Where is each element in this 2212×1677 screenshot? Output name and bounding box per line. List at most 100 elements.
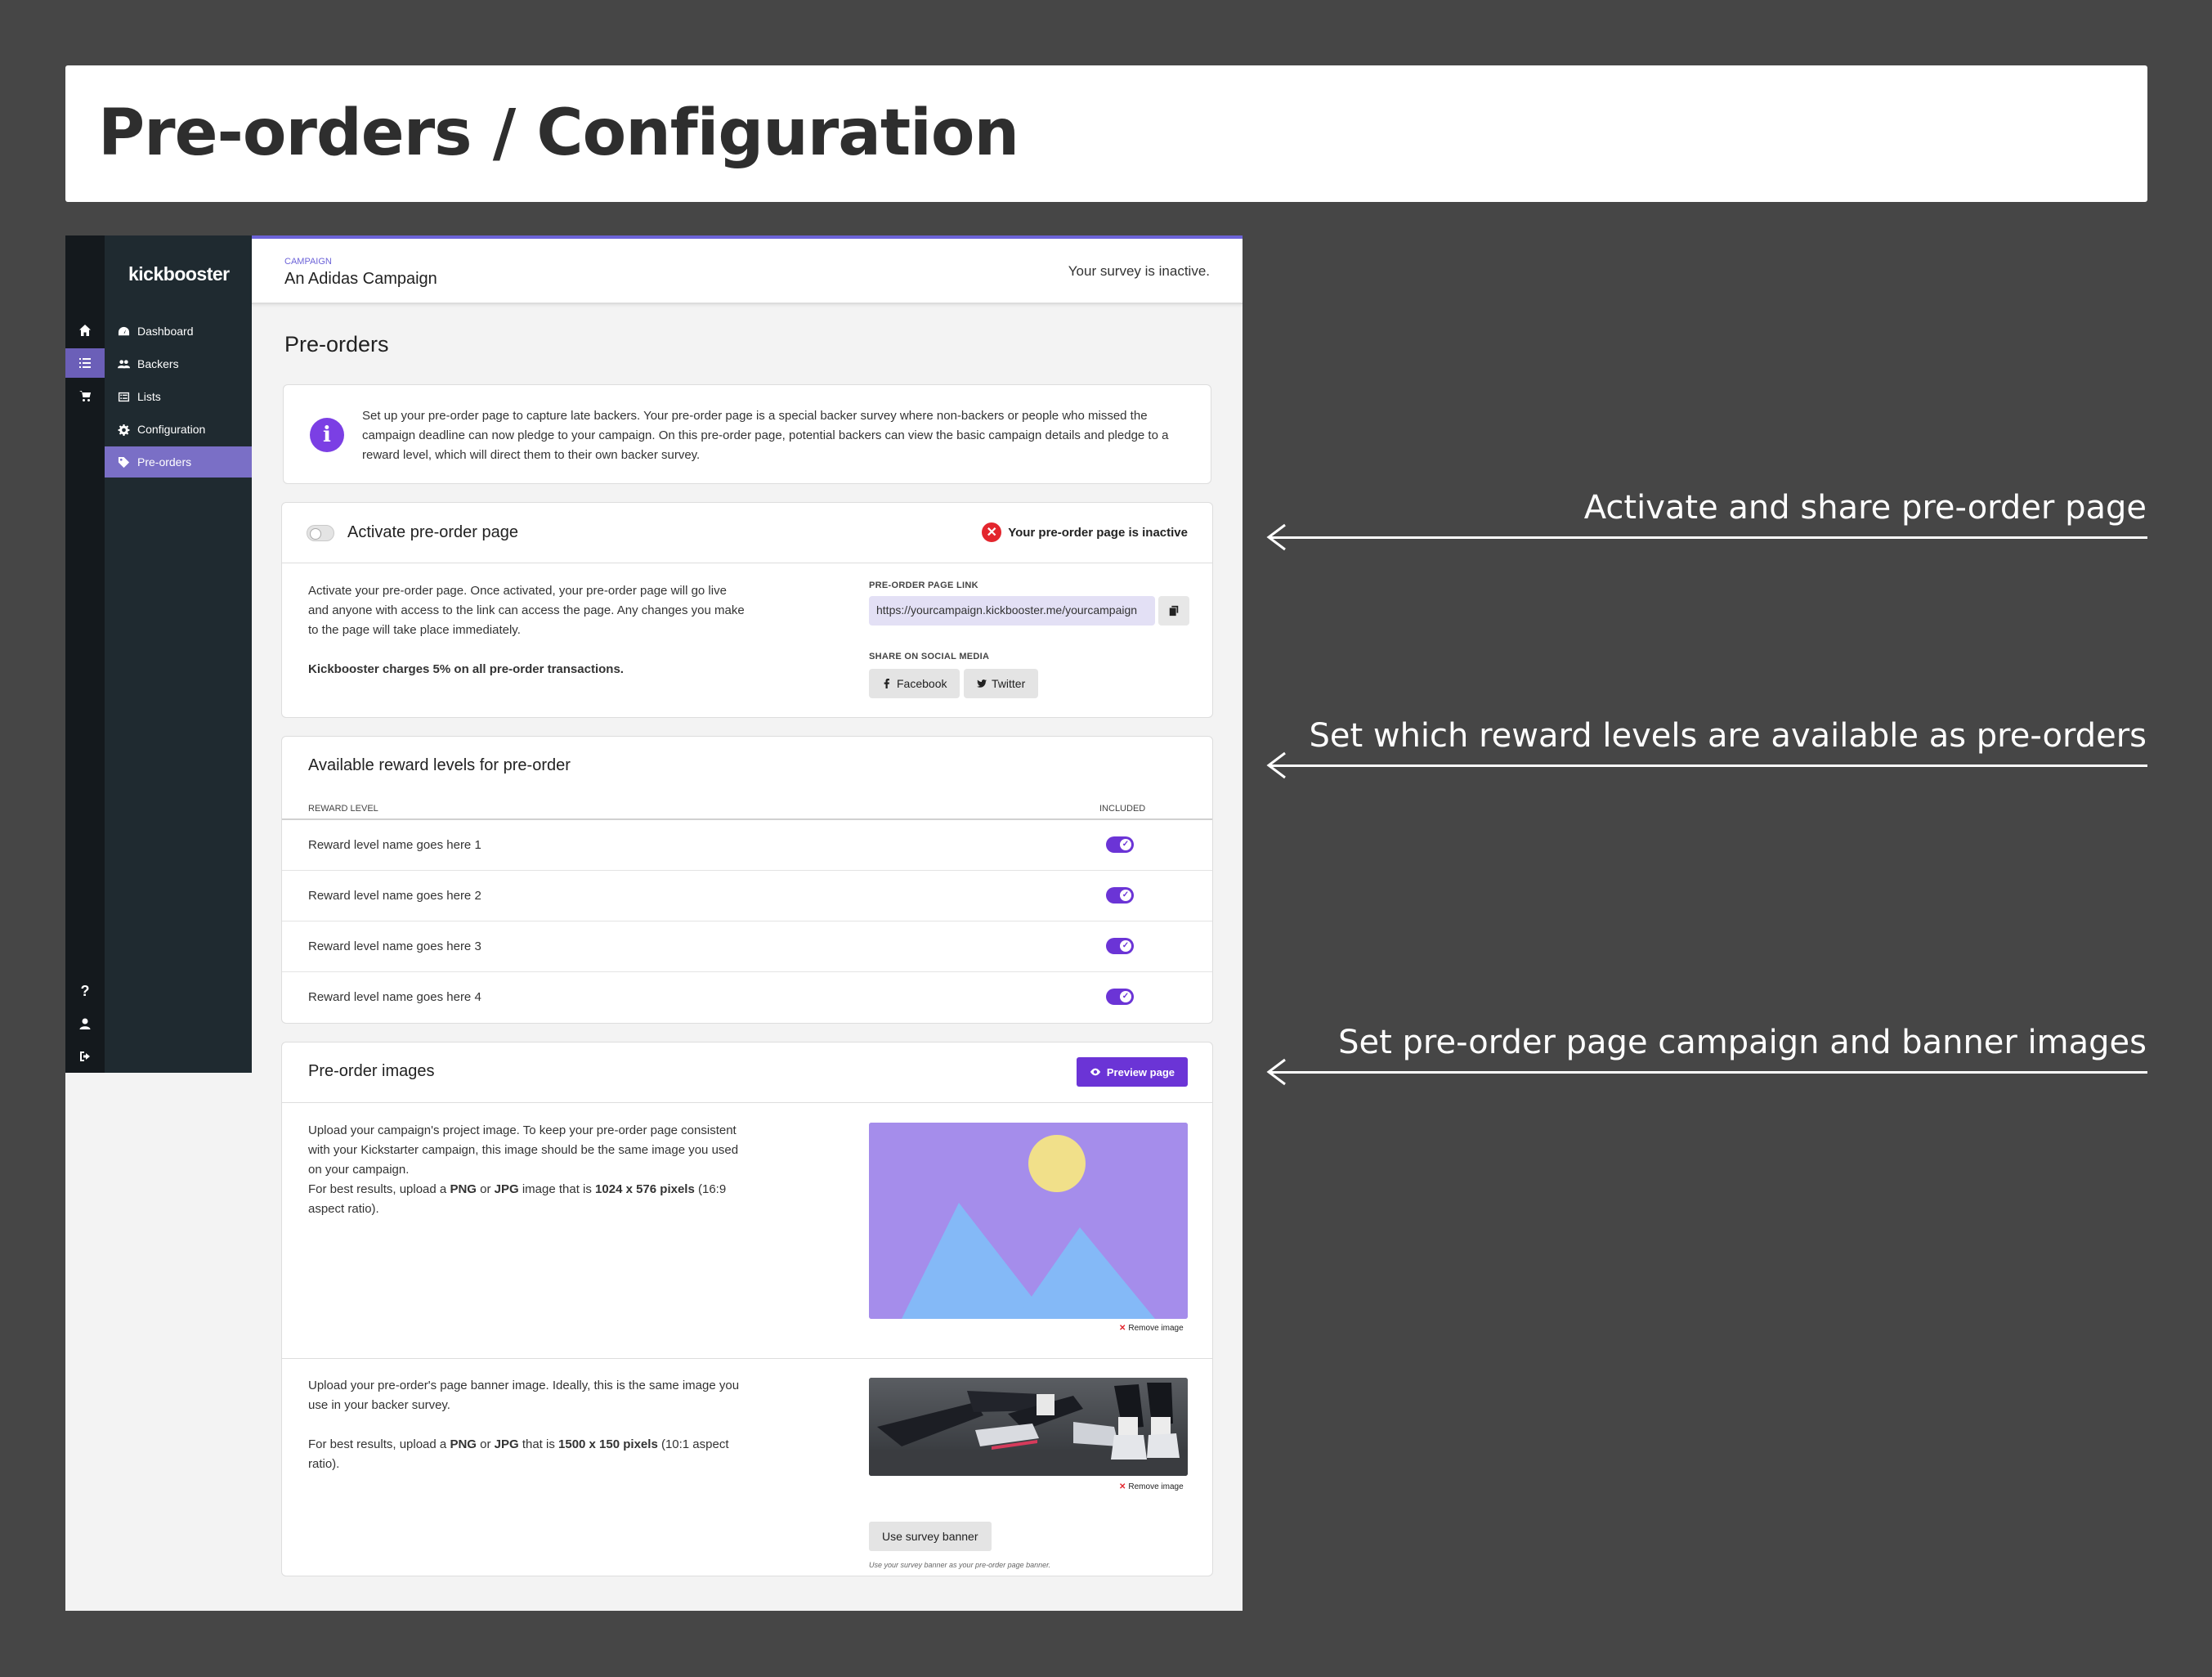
sidebar-item-dashboard[interactable]: Dashboard [105, 316, 252, 347]
pre-order-images-card: Pre-order images Preview page Upload you… [281, 1042, 1213, 1576]
info-card: i Set up your pre-order page to capture … [283, 384, 1211, 484]
project-image-placeholder[interactable] [869, 1123, 1188, 1319]
sidebar-item-backers[interactable]: Backers [105, 348, 252, 379]
sidebar-item-lists[interactable]: Lists [105, 381, 252, 412]
annotation-rewards: Set which reward levels are available as… [1309, 717, 2147, 755]
campaign-name: An Adidas Campaign [284, 270, 437, 288]
reward-name: Reward level name goes here 4 [308, 990, 481, 1004]
remove-label: Remove image [1128, 1482, 1184, 1491]
project-image-specs: For best results, upload a PNG or JPG im… [308, 1180, 741, 1219]
included-toggle[interactable] [1106, 989, 1134, 1005]
close-icon: ✕ [1119, 1482, 1126, 1491]
reward-levels-card: Available reward levels for pre-order RE… [281, 736, 1213, 1024]
sidebar-item-label: Pre-orders [137, 455, 192, 469]
col-reward-level: REWARD LEVEL [308, 804, 378, 814]
spec-text: or [476, 1437, 495, 1451]
title-banner: Pre-orders / Configuration [65, 65, 2147, 202]
spec-format: JPG [494, 1182, 519, 1196]
share-label: SHARE ON SOCIAL MEDIA [869, 652, 990, 661]
twitter-icon [977, 679, 987, 688]
spec-format: PNG [450, 1182, 477, 1196]
included-toggle[interactable] [1106, 836, 1134, 853]
spec-size: 1024 x 576 pixels [595, 1182, 695, 1196]
spec-format: JPG [494, 1437, 519, 1451]
use-banner-note: Use your survey banner as your pre-order… [869, 1561, 1051, 1569]
app-window: ? kickbooster Dashboard Backers Lists Co… [65, 235, 1243, 1611]
remove-banner-image-link[interactable]: ✕ Remove image [1119, 1482, 1186, 1491]
logo: kickbooster [128, 263, 230, 285]
user-icon[interactable] [65, 1009, 105, 1038]
sidebar-item-configuration[interactable]: Configuration [105, 414, 252, 445]
tag-icon [118, 456, 130, 468]
annotation-images: Set pre-order page campaign and banner i… [1338, 1024, 2147, 1061]
reward-title: Available reward levels for pre-order [308, 756, 571, 774]
banner-image[interactable] [869, 1378, 1188, 1476]
reward-name: Reward level name goes here 1 [308, 838, 481, 852]
annotation-line [1269, 765, 2147, 767]
preview-label: Preview page [1106, 1065, 1175, 1078]
sidebar-item-pre-orders[interactable]: Pre-orders [105, 446, 252, 478]
annotation-line [1269, 536, 2147, 539]
use-survey-banner-button[interactable]: Use survey banner [869, 1522, 992, 1551]
users-icon [118, 359, 130, 368]
facebook-icon [884, 679, 889, 688]
activate-description: Activate your pre-order page. Once activ… [308, 584, 745, 637]
twitter-label: Twitter [992, 677, 1026, 690]
error-icon: ✕ [982, 522, 1002, 542]
image-placeholder-icon [869, 1123, 1188, 1319]
campaign-header: CAMPAIGN An Adidas Campaign Your survey … [252, 239, 1243, 304]
facebook-label: Facebook [897, 677, 947, 690]
spec-text: For best results, upload a [308, 1182, 450, 1196]
info-text: Set up your pre-order page to capture la… [362, 409, 1169, 462]
facebook-button[interactable]: Facebook [869, 669, 960, 698]
spec-size: 1500 x 150 pixels [558, 1437, 658, 1451]
close-icon: ✕ [1119, 1324, 1126, 1333]
spec-text: For best results, upload a [308, 1437, 450, 1451]
card-header: Activate pre-order page ✕ Your pre-order… [282, 503, 1212, 563]
info-icon: i [310, 418, 344, 452]
page-title: Pre-orders / Configuration [98, 96, 1019, 170]
annotation-line [1269, 1071, 2147, 1074]
cart-icon[interactable] [65, 381, 105, 410]
sidebar-item-label: Lists [137, 390, 161, 403]
dashboard-icon [118, 326, 130, 335]
campaign-label: CAMPAIGN [284, 257, 332, 267]
link-label: PRE-ORDER PAGE LINK [869, 581, 978, 590]
list-icon [118, 392, 130, 401]
table-row: Reward level name goes here 4 [282, 972, 1212, 1023]
icon-rail: ? [65, 235, 105, 1073]
copy-button[interactable] [1158, 596, 1189, 626]
twitter-button[interactable]: Twitter [964, 669, 1039, 698]
status-text: Your pre-order page is inactive [1008, 525, 1188, 540]
card-header: Pre-order images Preview page [282, 1043, 1212, 1103]
pre-order-link-field[interactable]: https://yourcampaign.kickbooster.me/your… [869, 596, 1155, 626]
remove-project-image-link[interactable]: ✕ Remove image [1119, 1324, 1186, 1333]
home-icon[interactable] [65, 316, 105, 345]
activate-title: Activate pre-order page [347, 523, 519, 541]
divider [282, 1358, 1212, 1359]
spec-text: that is [518, 1437, 559, 1451]
activate-toggle[interactable] [307, 525, 334, 541]
eye-icon [1090, 1068, 1101, 1076]
copy-icon [1169, 605, 1179, 617]
section-heading: Pre-orders [284, 332, 389, 356]
included-toggle[interactable] [1106, 887, 1134, 904]
help-icon[interactable]: ? [65, 976, 105, 1006]
table-row: Reward level name goes here 3 [282, 921, 1212, 972]
spec-text: or [476, 1182, 495, 1196]
status-badge: ✕ Your pre-order page is inactive [982, 522, 1188, 542]
reward-name: Reward level name goes here 2 [308, 889, 481, 903]
activate-card: Activate pre-order page ✕ Your pre-order… [281, 502, 1213, 718]
logout-icon[interactable] [65, 1042, 105, 1071]
reward-name: Reward level name goes here 3 [308, 939, 481, 953]
banner-image-description: Upload your pre-order's page banner imag… [308, 1379, 740, 1412]
preview-page-button[interactable]: Preview page [1076, 1057, 1188, 1087]
list-icon[interactable] [65, 348, 105, 378]
sidebar-item-label: Configuration [137, 423, 206, 436]
banner-image-specs: For best results, upload a PNG or JPG th… [308, 1435, 741, 1474]
annotation-activate: Activate and share pre-order page [1583, 489, 2147, 527]
sidebar: kickbooster Dashboard Backers Lists Conf… [105, 235, 252, 1073]
included-toggle[interactable] [1106, 938, 1134, 954]
spec-format: PNG [450, 1437, 477, 1451]
col-included: INCLUDED [1099, 804, 1146, 814]
